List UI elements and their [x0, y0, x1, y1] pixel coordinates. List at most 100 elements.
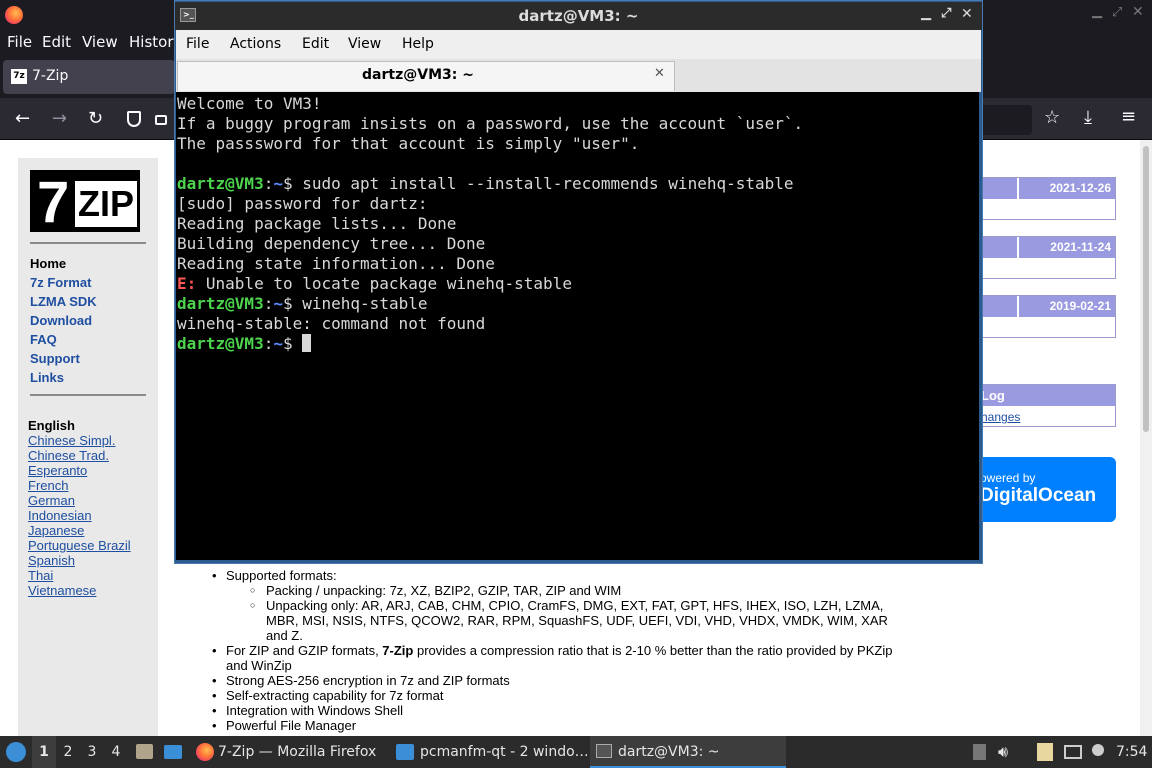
- downloads-icon[interactable]: ⤓: [1084, 107, 1092, 128]
- terminal-title: dartz@VM3: ~: [518, 7, 639, 25]
- menu-edit[interactable]: Edit: [302, 36, 329, 52]
- terminal-line: E: Unable to locate package winehq-stabl…: [177, 274, 572, 293]
- lang-portuguese-brazil[interactable]: Portuguese Brazil: [28, 538, 131, 553]
- terminal-menubar: File Actions Edit View Help: [176, 30, 981, 59]
- lang-thai[interactable]: Thai: [28, 568, 53, 583]
- sponsor-line2: DigitalOcean: [980, 485, 1097, 506]
- news-date: 2021-11-24: [1050, 240, 1111, 254]
- reload-icon[interactable]: ↻: [88, 108, 103, 129]
- close-icon[interactable]: ✕: [1132, 4, 1144, 20]
- menu-file[interactable]: File: [7, 33, 32, 51]
- show-desktop-icon[interactable]: [162, 736, 184, 768]
- news-date: 2021-12-26: [1049, 181, 1111, 195]
- log-box: Log hanges: [980, 384, 1116, 427]
- terminal-line: Reading package lists... Done: [177, 214, 457, 233]
- nav-support[interactable]: Support: [30, 351, 80, 366]
- list-item: For ZIP and GZIP formats, 7-Zip provides…: [206, 643, 896, 673]
- nav-home[interactable]: Home: [30, 256, 66, 271]
- task-pcmanfm[interactable]: pcmanfm-qt - 2 windo…: [392, 736, 588, 768]
- menu-actions[interactable]: Actions: [230, 36, 281, 52]
- firefox-logo-icon: [5, 6, 23, 24]
- bookmark-star-icon[interactable]: ☆: [1044, 107, 1060, 128]
- terminal-line: If a buggy program insists on a password…: [177, 114, 804, 133]
- terminal-line: winehq-stable: command not found: [177, 314, 486, 333]
- divider: [30, 242, 146, 244]
- lang-chinese-trad[interactable]: Chinese Trad.: [28, 448, 109, 463]
- menu-file[interactable]: File: [186, 36, 209, 52]
- nav-links[interactable]: Links: [30, 370, 64, 385]
- logo-seven: 7: [37, 170, 70, 235]
- clock[interactable]: 7:54: [1116, 736, 1150, 768]
- terminal-cursor: [302, 334, 312, 352]
- lang-german[interactable]: German: [28, 493, 75, 508]
- list-item: Integration with Windows Shell: [206, 703, 896, 718]
- hamburger-menu-icon[interactable]: ≡: [1121, 106, 1136, 127]
- lang-spanish[interactable]: Spanish: [28, 553, 75, 568]
- menu-view[interactable]: View: [82, 33, 118, 51]
- nav-download[interactable]: Download: [30, 313, 92, 328]
- tab-7zip[interactable]: 7z 7-Zip: [3, 60, 175, 94]
- minimize-icon[interactable]: ▁: [1092, 4, 1102, 19]
- nav-faq[interactable]: FAQ: [30, 332, 57, 347]
- volume-icon[interactable]: 🔊︎: [998, 736, 1020, 768]
- start-menu-icon[interactable]: [4, 736, 28, 768]
- terminal-output[interactable]: Welcome to VM3! If a buggy program insis…: [176, 92, 979, 560]
- back-icon[interactable]: ←: [15, 108, 30, 129]
- folder-icon: [396, 744, 414, 760]
- terminal-line: Reading state information... Done: [177, 254, 495, 273]
- list-item: Powerful File Manager: [206, 718, 896, 733]
- list-item: Unpacking only: AR, ARJ, CAB, CHM, CPIO,…: [206, 598, 896, 643]
- terminal-line: dartz@VM3:~$ winehq-stable: [177, 294, 428, 313]
- sponsor-line1: owered by: [980, 471, 1036, 485]
- terminal-titlebar[interactable]: >_ dartz@VM3: ~ ▁ ⤢ ✕: [175, 2, 982, 30]
- tray-clipboard-icon[interactable]: [970, 736, 990, 768]
- task-terminal[interactable]: dartz@VM3: ~: [590, 736, 786, 768]
- lang-chinese-simpl[interactable]: Chinese Simpl.: [28, 433, 115, 448]
- tab-title: 7-Zip: [32, 68, 69, 84]
- lang-french[interactable]: French: [28, 478, 68, 493]
- menu-view[interactable]: View: [348, 36, 381, 52]
- language-heading: English: [28, 418, 75, 433]
- maximize-icon[interactable]: ⤢: [1112, 5, 1122, 20]
- digitalocean-banner[interactable]: owered by DigitalOcean: [980, 457, 1116, 522]
- lang-esperanto[interactable]: Esperanto: [28, 463, 87, 478]
- tray-notes-icon[interactable]: [1034, 736, 1056, 768]
- file-manager-icon[interactable]: [134, 736, 154, 768]
- lock-icon[interactable]: [155, 115, 167, 125]
- close-icon[interactable]: ✕: [961, 6, 973, 22]
- log-heading: Log: [981, 388, 1005, 403]
- desktop-4[interactable]: 4: [106, 736, 126, 768]
- scrollbar-thumb[interactable]: [1143, 146, 1149, 432]
- desktop-2[interactable]: 2: [58, 736, 78, 768]
- shield-icon[interactable]: [127, 111, 141, 127]
- close-tab-icon[interactable]: ✕: [654, 66, 665, 81]
- desktop-3[interactable]: 3: [82, 736, 102, 768]
- taskbar: 1 2 3 4 7-Zip — Mozilla Firefox pcmanfm-…: [0, 736, 1152, 768]
- terminal-line: Welcome to VM3!: [177, 94, 322, 113]
- terminal-line: dartz@VM3:~$ sudo apt install --install-…: [177, 174, 794, 193]
- notification-icon[interactable]: [1090, 736, 1106, 768]
- logo-zip: ZIP: [75, 181, 137, 227]
- menu-edit[interactable]: Edit: [42, 33, 71, 51]
- terminal-line: The passsword for that account is simply…: [177, 134, 640, 153]
- desktop-1[interactable]: 1: [32, 736, 56, 768]
- network-icon[interactable]: [1062, 736, 1084, 768]
- maximize-icon[interactable]: ⤢: [941, 6, 951, 21]
- lang-japanese[interactable]: Japanese: [28, 523, 84, 538]
- menu-help[interactable]: Help: [402, 36, 434, 52]
- url-bar[interactable]: [982, 105, 1032, 135]
- 7zip-logo[interactable]: 7 ZIP: [30, 170, 140, 235]
- lang-indonesian[interactable]: Indonesian: [28, 508, 92, 523]
- nav-lzma-sdk[interactable]: LZMA SDK: [30, 294, 97, 309]
- forward-icon[interactable]: →: [52, 108, 67, 129]
- terminal-tab[interactable]: dartz@VM3: ~ ✕: [177, 61, 675, 91]
- lang-vietnamese[interactable]: Vietnamese: [28, 583, 96, 598]
- log-changes-link[interactable]: hanges: [981, 410, 1020, 424]
- task-firefox[interactable]: 7-Zip — Mozilla Firefox: [192, 736, 388, 768]
- list-item: Packing / unpacking: 7z, XZ, BZIP2, GZIP…: [206, 583, 896, 598]
- features-list: Supported formats: Packing / unpacking: …: [206, 567, 896, 733]
- minimize-icon[interactable]: ▁: [921, 6, 931, 21]
- news-date: 2019-02-21: [1049, 299, 1111, 313]
- terminal-line: [sudo] password for dartz:: [177, 194, 428, 213]
- nav-7z-format[interactable]: 7z Format: [30, 275, 91, 290]
